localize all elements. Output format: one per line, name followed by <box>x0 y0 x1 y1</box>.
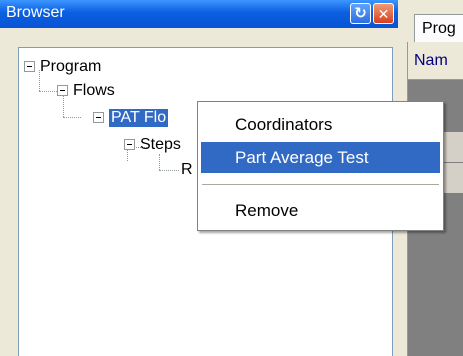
context-menu: Coordinators Part Average Test Remove <box>197 101 444 231</box>
tree-connector <box>39 91 57 92</box>
tree-node-label: Program <box>40 57 102 75</box>
tree-connector <box>159 170 179 171</box>
menu-item-coordinators[interactable]: Coordinators <box>201 109 440 140</box>
menu-separator <box>202 184 439 185</box>
tree-node-leaf[interactable]: R <box>181 159 193 180</box>
tree-connector <box>159 154 160 170</box>
menu-item-remove[interactable]: Remove <box>201 195 440 226</box>
tree-node-label: Steps <box>140 135 181 153</box>
tree-node-flows[interactable]: Flows <box>57 80 115 101</box>
tree-node-label: R <box>181 160 193 178</box>
browser-title: Browser <box>6 4 65 21</box>
browser-titlebar: Browser ↻ ✕ <box>0 0 398 28</box>
collapse-icon[interactable] <box>124 139 135 150</box>
collapse-icon[interactable] <box>57 85 68 96</box>
tree-node-label: PAT Flo <box>109 108 169 127</box>
menu-item-part-average-test[interactable]: Part Average Test <box>201 142 440 173</box>
collapse-icon[interactable] <box>93 112 104 123</box>
tab-program[interactable]: Prog <box>414 14 463 42</box>
tree-node-pat-flow[interactable]: PAT Flo <box>93 107 169 128</box>
refresh-icon[interactable]: ↻ <box>350 3 371 24</box>
close-icon[interactable]: ✕ <box>373 3 394 24</box>
tree-node-label: Flows <box>73 81 115 99</box>
tree-node-program[interactable]: Program <box>24 56 101 77</box>
tree-node-steps[interactable]: Steps <box>124 134 181 155</box>
column-header[interactable]: Nam <box>408 42 463 80</box>
collapse-icon[interactable] <box>24 61 35 72</box>
tree-connector <box>63 117 81 118</box>
